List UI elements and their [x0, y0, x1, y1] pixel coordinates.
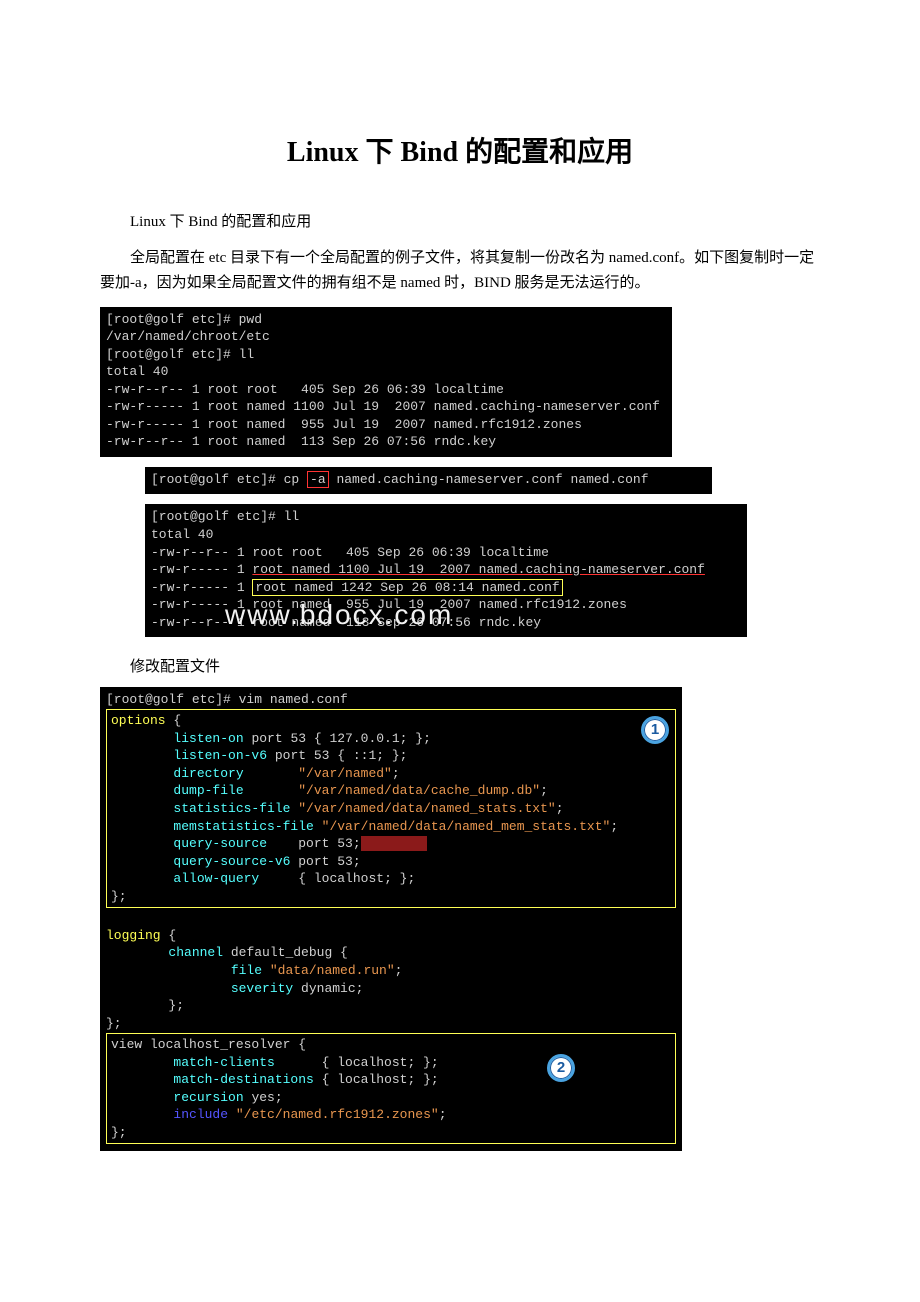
term3-l6a: -rw-r----- 1	[151, 597, 252, 612]
terminal-block-1: [root@golf etc]# pwd /var/named/chroot/e…	[100, 307, 672, 457]
terminal-block-2: [root@golf etc]# cp -a named.caching-nam…	[145, 467, 712, 495]
term4-header: [root@golf etc]# vim named.conf	[106, 692, 348, 707]
cp-flag-highlight: -a	[307, 471, 329, 488]
term1-l8f: rndc.key	[434, 434, 496, 449]
page-title: Linux 下 Bind 的配置和应用	[100, 130, 820, 170]
term1-l8a: -rw-r--r-- 1 root named 113 Sep 26 07:56	[106, 434, 434, 449]
term1-l7a: -rw-r----- 1 root named 955 Jul 19 2007	[106, 417, 434, 432]
term1-l4: total 40	[106, 364, 168, 379]
logging-keyword: logging	[106, 928, 161, 943]
term1-l5f: localtime	[434, 382, 504, 397]
term3-l2: total 40	[151, 527, 213, 542]
term1-l1: [root@golf etc]# pwd	[106, 312, 262, 327]
term3-l6mid: root named 955 Jul 19 2007	[252, 597, 478, 612]
term1-l6f: named.caching-nameserver.conf	[434, 399, 660, 414]
caption-modify: 修改配置文件	[100, 655, 820, 681]
term1-l2: /var/named/chroot/etc	[106, 329, 270, 344]
term3-l4a: -rw-r----- 1	[151, 562, 252, 577]
term3-l4f: nameserver.conf	[588, 562, 705, 577]
include-keyword: include	[111, 1107, 228, 1122]
term1-l5a: -rw-r--r-- 1 root root 405 Sep 26 06:39	[106, 382, 434, 397]
terminal-block-3: [root@golf etc]# ll total 40 -rw-r--r-- …	[145, 504, 747, 637]
view-block-box: view localhost_resolver { 2 match-client…	[106, 1033, 676, 1144]
term3-l5a: -rw-r----- 1	[151, 580, 252, 595]
term1-l3: [root@golf etc]# ll	[106, 347, 254, 362]
include-path: "/etc/named.rfc1912.zones"	[236, 1107, 439, 1122]
term1-l6a: -rw-r----- 1 root named 1100 Jul 19 2007	[106, 399, 434, 414]
terminal-block-4: [root@golf etc]# vim named.conf options …	[100, 687, 682, 1152]
term2-l1b: named.caching-nameserver.conf named.conf	[329, 472, 649, 487]
term3-named-conf-box: root named 1242 Sep 26 08:14 named.conf	[252, 579, 562, 596]
options-block-box: options { 1 listen-on port 53 { 127.0.0.…	[106, 709, 676, 908]
term2-l1a: [root@golf etc]# cp	[151, 472, 307, 487]
term3-l4-underline: root named 1100 Jul 19 2007 named.cachin…	[252, 562, 587, 577]
options-keyword: options	[111, 713, 166, 728]
term3-l7a: -rw-r--r-- 1 root named 113 Sep 26 07:56	[151, 615, 479, 630]
term3-l3f: localtime	[479, 545, 549, 560]
badge-1: 1	[641, 716, 669, 744]
term3-l3a: -rw-r--r-- 1 root root 405 Sep 26 06:39	[151, 545, 479, 560]
intro-paragraph: 全局配置在 etc 目录下有一个全局配置的例子文件，将其复制一份改名为 name…	[100, 246, 820, 297]
term3-l6f: named.rfc1912.zones	[479, 597, 627, 612]
term3-l1: [root@golf etc]# ll	[151, 509, 299, 524]
badge-2: 2	[547, 1054, 575, 1082]
intro-line-1: Linux 下 Bind 的配置和应用	[100, 210, 820, 236]
term1-l7f: named.rfc1912.zones	[434, 417, 582, 432]
term3-l7f: rndc.key	[479, 615, 541, 630]
